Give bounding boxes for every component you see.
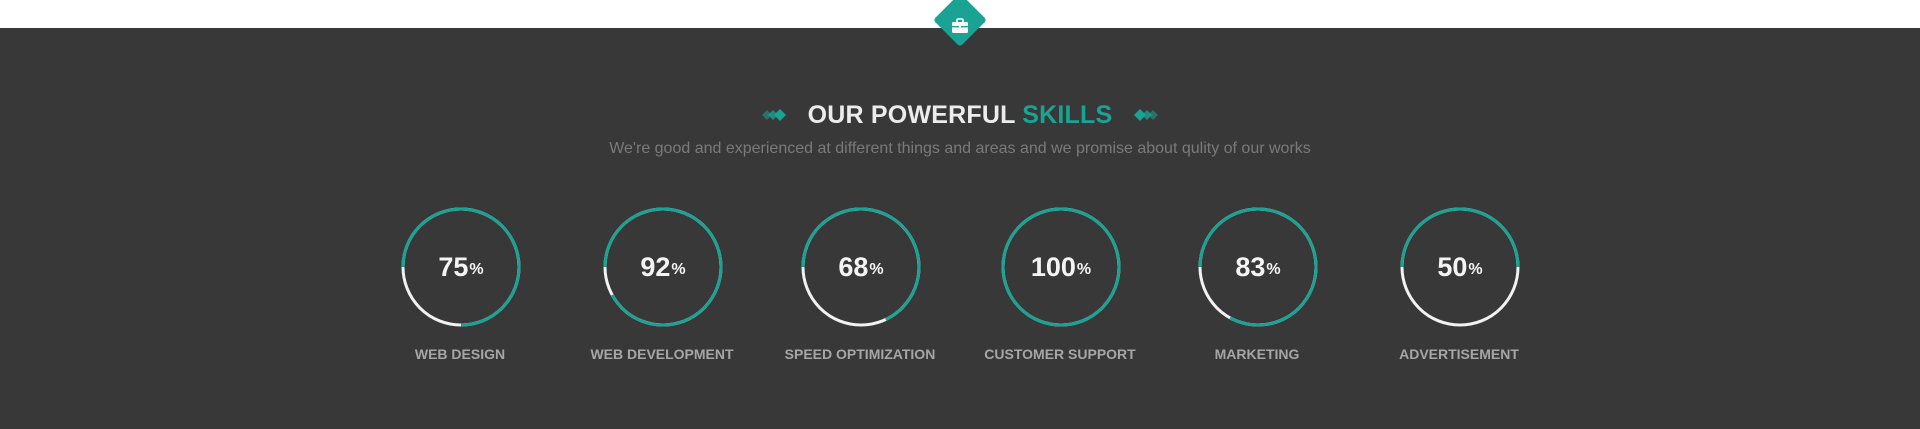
skill-label: ADVERTISEMENT	[1399, 346, 1519, 362]
skill-value-unit: %	[1266, 261, 1281, 278]
skill-label: WEB DEVELOPMENT	[590, 346, 734, 362]
skill-marketing: 83 % MARKETING	[1157, 206, 1357, 366]
skill-value-number: 100	[1030, 251, 1076, 282]
skill-advertisement: 50 % ADVERTISEMENT	[1359, 206, 1559, 366]
skill-value: 92 %	[602, 206, 724, 328]
skill-value-number: 50	[1437, 251, 1468, 282]
skill-value-unit: %	[1468, 261, 1483, 278]
briefcase-icon	[952, 18, 968, 33]
skill-value-unit: %	[869, 261, 884, 278]
skill-value: 50 %	[1399, 206, 1521, 328]
skill-value: 100 %	[1000, 206, 1122, 328]
skill-customer-support: 100 % CUSTOMER SUPPORT	[960, 206, 1160, 366]
skill-label: CUSTOMER SUPPORT	[984, 346, 1136, 362]
skill-label: MARKETING	[1214, 346, 1300, 362]
section-subtitle: We're good and experienced at different …	[609, 140, 1311, 157]
skill-web-development: 92 % WEB DEVELOPMENT	[562, 206, 762, 366]
skill-web-design: 75 % WEB DESIGN	[360, 206, 560, 366]
skill-value: 83 %	[1197, 206, 1319, 328]
section-title-accent: SKILLS	[1022, 100, 1113, 129]
section-title: OUR POWERFUL SKILLS	[808, 101, 1113, 130]
section-heading-row: OUR POWERFUL SKILLS	[0, 98, 1920, 132]
skill-speed-optimization: 68 % SPEED OPTIMIZATION	[760, 206, 960, 366]
skill-value-unit: %	[671, 261, 686, 278]
skill-value-unit: %	[469, 261, 484, 278]
skill-value-number: 83	[1235, 251, 1266, 282]
skill-value: 75 %	[400, 206, 522, 328]
skill-label: WEB DESIGN	[414, 346, 506, 362]
skill-value: 68 %	[800, 206, 922, 328]
double-diamond-icon	[1134, 109, 1159, 121]
skill-value-unit: %	[1076, 261, 1092, 278]
skill-value-number: 75	[438, 251, 469, 282]
skill-value-number: 92	[640, 251, 671, 282]
section-title-main: OUR POWERFUL	[807, 100, 1016, 129]
double-diamond-icon	[761, 109, 786, 121]
skill-label: SPEED OPTIMIZATION	[784, 346, 936, 362]
skill-value-number: 68	[838, 251, 869, 282]
